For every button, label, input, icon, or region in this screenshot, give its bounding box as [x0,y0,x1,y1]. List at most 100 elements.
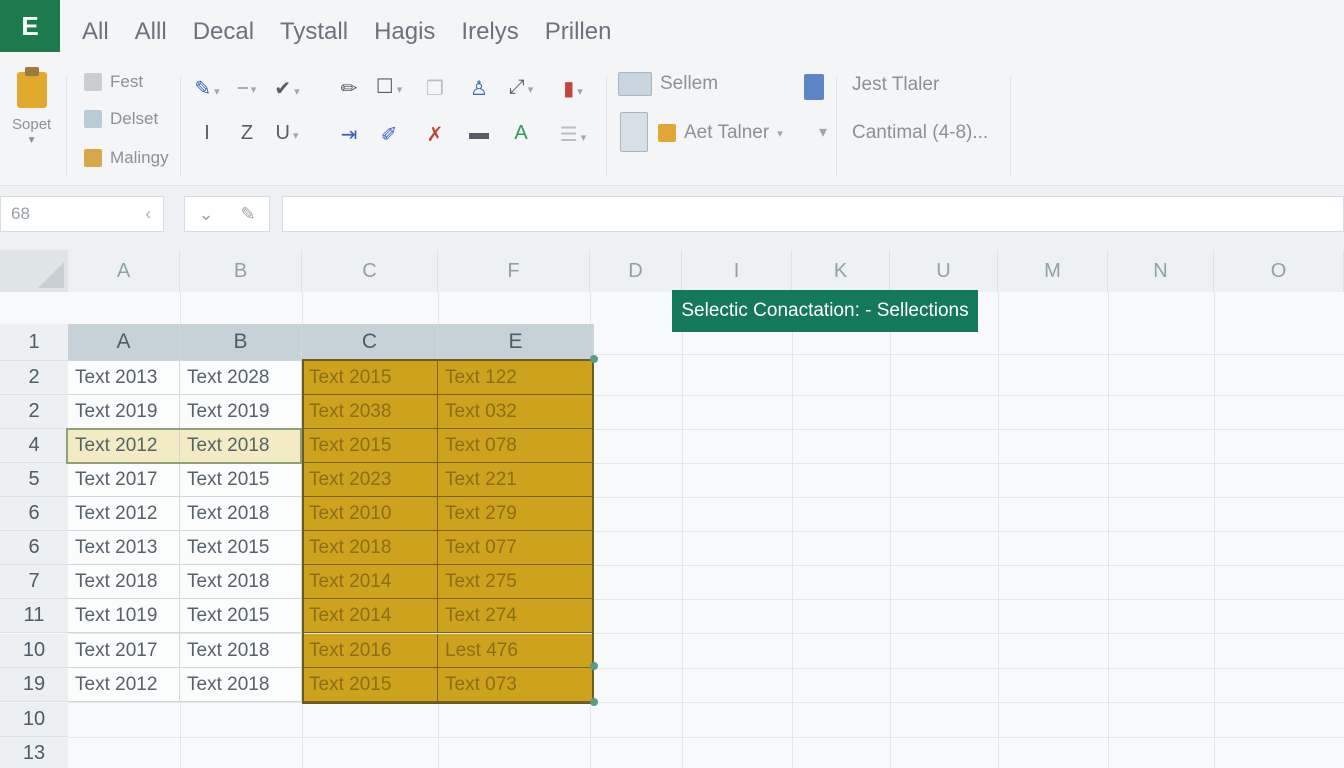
menu-tab-decal[interactable]: Decal [193,18,254,46]
menu-tab-tystall[interactable]: Tystall [280,18,348,46]
row-number[interactable]: 11 [0,599,68,633]
table-cell[interactable]: Text 2028 [180,361,302,395]
row-number[interactable]: 7 [0,565,68,599]
row-number[interactable]: 2 [0,395,68,429]
table-cell[interactable]: Text 2018 [180,429,302,463]
check-icon[interactable]: ✔ ▾ [272,76,302,101]
table-cell[interactable]: Text 2019 [68,395,180,429]
formula-input[interactable] [282,196,1344,232]
row-number[interactable]: 4 [0,429,68,463]
row-number[interactable]: 1 [0,324,68,361]
menu-tab-irelys[interactable]: Irelys [461,18,518,46]
border-icon[interactable]: ☐ ▾ [374,74,404,99]
table-header-cell[interactable]: A [68,324,180,361]
italic-z-icon[interactable]: Z [232,122,262,145]
table-cell[interactable]: Text 1019 [68,599,180,633]
edit-formula-icon[interactable]: ✎ [240,204,255,225]
column-header-8[interactable]: U [890,250,998,292]
strikethrough-icon[interactable]: ✗ [420,122,450,147]
selection-handle[interactable] [590,662,598,670]
menu-tab-hagis[interactable]: Hagis [374,18,435,46]
table-cell[interactable]: Text 274 [438,599,594,633]
table-header-cell[interactable]: E [438,324,594,361]
table-cell[interactable]: Text 2018 [180,668,302,702]
underline-style-icon[interactable]: ⎯ ▾ [232,76,262,99]
table-cell[interactable]: Text 2038 [302,395,438,429]
column-header-3[interactable]: C [302,250,438,292]
ribbon-item-delset[interactable]: Delset [84,109,158,129]
table-cell[interactable]: Text 2015 [180,599,302,633]
font-color-icon[interactable]: ✎ ▾ [192,76,222,101]
table-header-cell[interactable]: B [180,324,302,361]
table-cell[interactable]: Text 2012 [68,429,180,463]
sellem-button[interactable]: Sellem [618,72,718,96]
row-number[interactable]: 6 [0,497,68,531]
column-header-11[interactable]: O [1214,250,1344,292]
chevron-down-icon[interactable]: ⌄ [198,204,213,225]
menu-tab-prillen[interactable]: Prillen [545,18,612,46]
more-dropdown-icon[interactable]: ▾ [808,122,838,142]
table-cell[interactable]: Text 221 [438,463,594,497]
table-cell[interactable]: Text 2015 [180,531,302,565]
table-cell[interactable]: Text 2018 [180,497,302,531]
table-cell[interactable]: Text 2013 [68,361,180,395]
menu-tab-all[interactable]: All [82,18,109,46]
table-cell[interactable]: Text 2013 [68,531,180,565]
column-header-1[interactable]: A [68,250,180,292]
table-cell[interactable]: Text 2019 [180,395,302,429]
row-number[interactable]: 10 [0,703,68,737]
select-all-corner[interactable] [0,250,68,292]
ribbon-item-fest[interactable]: Fest [84,72,143,92]
table-cell[interactable]: Text 073 [438,668,594,702]
indent-icon[interactable]: ⇥ [334,122,364,147]
delete-format-icon[interactable]: ▮ ▾ [558,76,588,101]
row-number[interactable]: 6 [0,531,68,565]
table-cell[interactable]: Text 2017 [68,634,180,668]
align-icon[interactable]: ☰ ▾ [558,122,588,147]
ribbon-item-malingy[interactable]: Malingy [84,148,169,168]
row-number[interactable]: 19 [0,668,68,702]
app-logo-icon[interactable]: E [0,0,60,52]
column-header-10[interactable]: N [1108,250,1214,292]
row-number[interactable]: 10 [0,634,68,668]
table-cell[interactable]: Text 2015 [180,463,302,497]
fill-icon[interactable]: ♙ [464,76,494,101]
table-cell[interactable]: Text 2016 [302,634,438,668]
autotable-button[interactable]: Aet Talner ▾ [658,122,783,144]
menu-tab-alll[interactable]: Alll [135,18,167,46]
pencil-icon[interactable]: ✏ [334,76,364,101]
table-cell[interactable]: Text 2015 [302,668,438,702]
document-icon-button[interactable] [804,74,832,100]
table-header-cell[interactable]: C [302,324,438,361]
column-header-7[interactable]: K [792,250,890,292]
column-header-6[interactable]: I [682,250,792,292]
table-cell[interactable]: Text 2018 [68,565,180,599]
paste-button[interactable]: Sopet ▼ [12,67,51,146]
table-cell[interactable]: Text 078 [438,429,594,463]
selection-handle[interactable] [590,698,598,706]
merge-icon[interactable]: ▬ [464,122,494,145]
italic-i-icon[interactable]: I [192,122,222,145]
table-cell[interactable]: Text 122 [438,361,594,395]
text-color-icon[interactable]: A [506,122,536,145]
table-cell[interactable]: Lest 476 [438,634,594,668]
copy-format-icon[interactable]: ❐ [420,76,450,101]
style-dropdown[interactable]: Jest Tlaler [852,74,939,96]
format-dropdown[interactable]: Cantimal (4-8)... [852,122,988,144]
column-header-9[interactable]: M [998,250,1108,292]
table-cell[interactable]: Text 2018 [302,531,438,565]
table-cell[interactable]: Text 2012 [68,497,180,531]
column-header-5[interactable]: D [590,250,682,292]
table-cell[interactable]: Text 2014 [302,599,438,633]
table-cell[interactable]: Text 279 [438,497,594,531]
table-cell[interactable]: Text 2015 [302,361,438,395]
table-cell[interactable]: Text 2012 [68,668,180,702]
row-number[interactable]: 2 [0,361,68,395]
column-header-2[interactable]: B [180,250,302,292]
table-cell[interactable]: Text 2018 [180,634,302,668]
table-cell[interactable]: Text 2014 [302,565,438,599]
cell-style-button[interactable] [620,112,656,152]
name-box[interactable]: 68 ‹ [0,196,164,232]
table-cell[interactable]: Text 2018 [180,565,302,599]
table-cell[interactable]: Text 2015 [302,429,438,463]
